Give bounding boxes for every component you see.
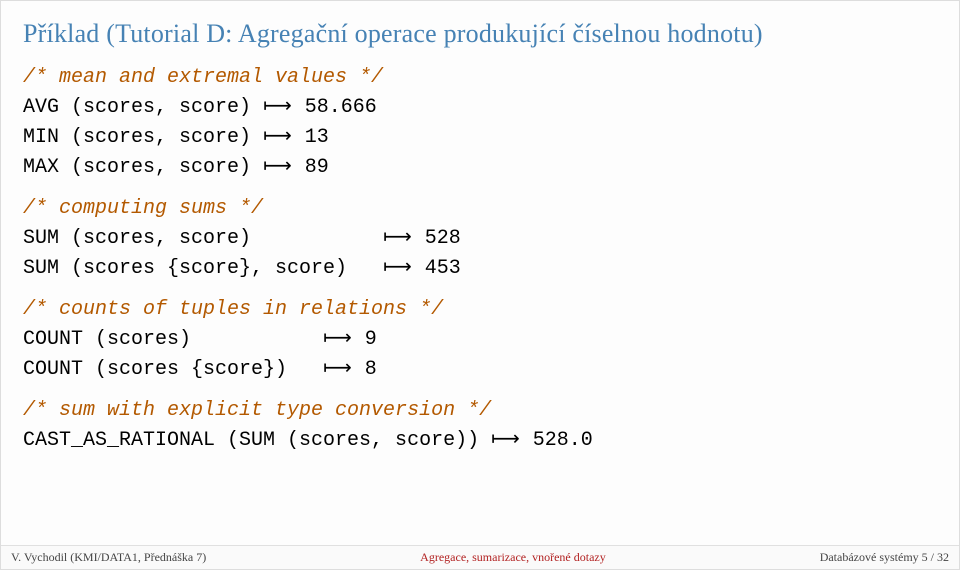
code-line-count1: COUNT (scores) ⟼ 9 (23, 324, 937, 354)
eval-arrow-icon: ⟼ (491, 428, 521, 450)
code-line-sum2: SUM (scores {score}, score) ⟼ 453 (23, 253, 937, 283)
code-block: /* mean and extremal values */ AVG (scor… (23, 63, 937, 455)
eval-arrow-icon: ⟼ (323, 357, 353, 379)
code-line-min: MIN (scores, score) ⟼ 13 (23, 122, 937, 152)
code-line-cast: CAST_AS_RATIONAL (SUM (scores, score)) ⟼… (23, 425, 937, 455)
result: 453 (413, 257, 461, 280)
code-line-count2: COUNT (scores {score}) ⟼ 8 (23, 354, 937, 384)
eval-arrow-icon: ⟼ (263, 125, 293, 147)
footer: V. Vychodil (KMI/DATA1, Přednáška 7) Agr… (1, 545, 959, 569)
result: 89 (293, 156, 329, 179)
footer-topic: Agregace, sumarizace, vnořené dotazy (206, 550, 819, 565)
comment-sums: /* computing sums */ (23, 194, 937, 223)
code-line-avg: AVG (scores, score) ⟼ 58.666 (23, 92, 937, 122)
expr: MIN (scores, score) (23, 126, 251, 149)
result: 9 (353, 328, 377, 351)
expr: CAST_AS_RATIONAL (SUM (scores, score)) (23, 429, 479, 452)
result: 528.0 (521, 429, 593, 452)
result: 13 (293, 126, 329, 149)
eval-arrow-icon: ⟼ (263, 155, 293, 177)
code-line-sum1: SUM (scores, score) ⟼ 528 (23, 223, 937, 253)
expr: SUM (scores, score) (23, 227, 371, 250)
slide-title: Příklad (Tutorial D: Agregační operace p… (23, 19, 937, 49)
expr: MAX (scores, score) (23, 156, 251, 179)
footer-page: Databázové systémy 5 / 32 (820, 550, 949, 565)
result: 528 (413, 227, 461, 250)
comment-counts: /* counts of tuples in relations */ (23, 295, 937, 324)
eval-arrow-icon: ⟼ (383, 256, 413, 278)
expr: COUNT (scores) (23, 328, 311, 351)
expr: COUNT (scores {score}) (23, 358, 311, 381)
eval-arrow-icon: ⟼ (323, 327, 353, 349)
result: 8 (353, 358, 377, 381)
result: 58.666 (293, 96, 377, 119)
slide: Příklad (Tutorial D: Agregační operace p… (1, 1, 959, 455)
footer-author: V. Vychodil (KMI/DATA1, Přednáška 7) (11, 550, 206, 565)
eval-arrow-icon: ⟼ (383, 226, 413, 248)
comment-mean-extremal: /* mean and extremal values */ (23, 63, 937, 92)
expr: AVG (scores, score) (23, 96, 251, 119)
eval-arrow-icon: ⟼ (263, 95, 293, 117)
expr: SUM (scores {score}, score) (23, 257, 371, 280)
code-line-max: MAX (scores, score) ⟼ 89 (23, 152, 937, 182)
comment-typeconv: /* sum with explicit type conversion */ (23, 396, 937, 425)
